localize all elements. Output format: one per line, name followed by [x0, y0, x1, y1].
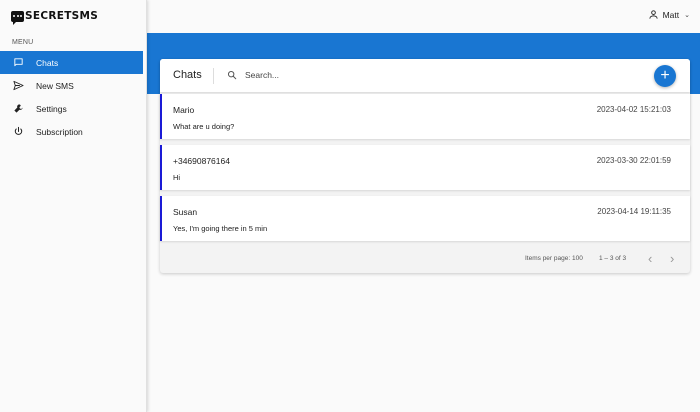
sidebar-item-subscription[interactable]: Subscription	[0, 120, 143, 143]
user-icon	[648, 10, 658, 19]
chat-timestamp: 2023-03-30 22:01:59	[596, 156, 671, 165]
sidebar-item-label: Subscription	[36, 126, 83, 137]
chat-timestamp: 2023-04-14 19:11:35	[597, 207, 671, 216]
paginator-range: 1 – 3 of 3	[599, 255, 627, 262]
add-chat-button[interactable]: +	[654, 65, 676, 87]
panel-header: Chats +	[160, 59, 690, 92]
brand[interactable]: SECRETSMS	[11, 9, 99, 25]
power-icon	[12, 126, 24, 138]
items-per-page-label: Items per page:	[525, 255, 571, 262]
search-input[interactable]	[245, 67, 625, 83]
sidebar-item-chats[interactable]: Chats	[0, 51, 143, 74]
menu-label: MENU	[12, 39, 34, 46]
page-title: Chats	[173, 69, 202, 81]
items-per-page-value[interactable]: 100	[572, 255, 583, 262]
chat-last-message: What are u doing?	[173, 122, 235, 131]
chat-item[interactable]: Susan 2023-04-14 19:11:35 Yes, I'm going…	[160, 196, 690, 241]
chat-timestamp: 2023-04-02 15:21:03	[596, 105, 671, 114]
chat-item[interactable]: +34690876164 2023-03-30 22:01:59 Hi	[160, 145, 690, 190]
paginator: Items per page: 100 1 – 3 of 3 ‹ ›	[160, 247, 690, 273]
sidebar-item-label: Chats	[36, 57, 59, 68]
brand-name: SECRETSMS	[25, 10, 99, 22]
chat-bubble-icon	[12, 57, 24, 69]
user-menu[interactable]: Matt ⌄	[648, 9, 690, 20]
sidebar-item-label: Settings	[36, 103, 67, 114]
topbar: Matt ⌄	[147, 0, 700, 33]
chat-contact-name: Susan	[173, 207, 198, 217]
sidebar-item-new-sms[interactable]: New SMS	[0, 74, 143, 97]
search-icon	[227, 70, 237, 80]
header-divider	[213, 68, 214, 84]
sidebar-item-label: New SMS	[36, 80, 74, 91]
user-name: Matt	[662, 9, 680, 20]
sidebar-item-settings[interactable]: Settings	[0, 97, 143, 120]
chat-last-message: Hi	[173, 173, 181, 182]
chat-contact-name: +34690876164	[173, 156, 230, 166]
send-icon	[12, 80, 24, 92]
sidebar-nav: Chats New SMS Settings Subscription	[0, 51, 143, 143]
wrench-icon	[12, 103, 24, 115]
chat-item[interactable]: Mario 2023-04-02 15:21:03 What are u doi…	[160, 94, 690, 139]
chats-panel: Chats + Mario 2023-04-02 15:21:03 What a…	[160, 59, 690, 273]
chevron-left-icon[interactable]: ‹	[648, 251, 652, 266]
items-per-page[interactable]: Items per page: 100	[525, 255, 583, 262]
chat-last-message: Yes, I'm going there in 5 min	[173, 224, 268, 233]
chevron-right-icon[interactable]: ›	[670, 251, 674, 266]
chat-logo-icon	[11, 10, 24, 25]
chevron-down-icon: ⌄	[684, 11, 690, 19]
chat-contact-name: Mario	[173, 105, 195, 115]
sidebar: SECRETSMS MENU Chats New SMS Settings Su…	[0, 0, 147, 412]
